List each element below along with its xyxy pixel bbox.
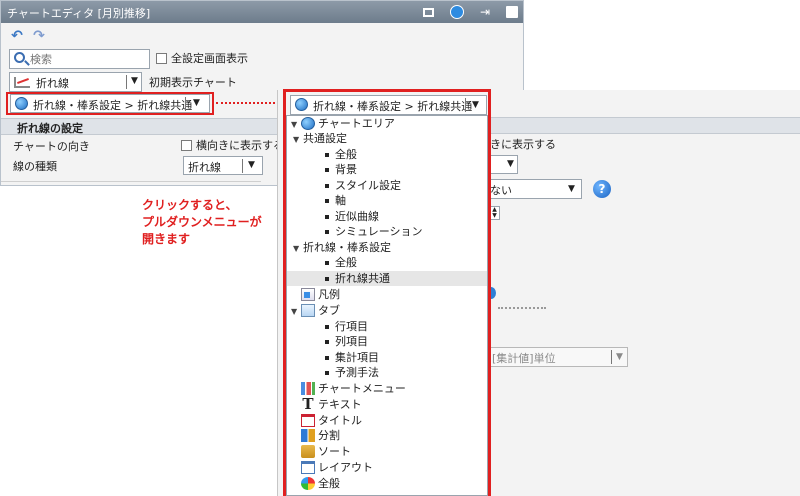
select-separator xyxy=(185,97,186,111)
search-icon xyxy=(14,52,25,63)
info-icon[interactable] xyxy=(449,4,465,20)
initial-chart-label: 初期表示チャート xyxy=(149,76,237,89)
horizontal-label: きに表示する xyxy=(490,138,556,151)
line-type-value: 折れ線 xyxy=(188,161,221,174)
select-separator xyxy=(126,75,127,89)
line-type-select[interactable]: 折れ線 ▼ xyxy=(183,156,263,175)
select-separator xyxy=(242,159,243,173)
horizontal-checkbox[interactable] xyxy=(181,140,192,151)
orientation-label: チャートの向き xyxy=(13,140,90,153)
redo-icon[interactable]: ↷ xyxy=(31,28,47,44)
chart-type-value: 折れ線 xyxy=(36,77,69,90)
section-title: 折れ線の設定 xyxy=(17,122,83,135)
section-header xyxy=(490,117,800,134)
horizontal-label: 横向きに表示する xyxy=(196,139,284,152)
annotation-text: クリックすると、 プルダウンメニューが 開きます xyxy=(142,197,292,248)
chart-type-select[interactable]: 折れ線 ▼ xyxy=(9,72,142,92)
line-type-label: 線の種類 xyxy=(13,160,57,173)
connector-line xyxy=(216,102,283,104)
category-select-value: 折れ線・棒系設定 > 折れ線共通 xyxy=(33,99,193,112)
chevron-down-icon: ▼ xyxy=(507,159,514,169)
search-box[interactable] xyxy=(9,49,150,69)
chevron-down-icon: ▼ xyxy=(568,184,575,194)
annotation-line: プルダウンメニューが xyxy=(142,215,262,229)
window-icon[interactable] xyxy=(421,4,437,20)
window-title: チャートエディタ [月別推移] xyxy=(7,7,151,20)
chevron-down-icon: ▼ xyxy=(193,98,200,108)
spinner[interactable]: ▲ ▼ xyxy=(490,206,500,220)
option-select-value: ない xyxy=(490,184,512,197)
chevron-down-icon: ▼ xyxy=(131,76,138,86)
pin-icon[interactable]: ⇥ xyxy=(477,4,493,20)
exit-icon[interactable] xyxy=(504,4,520,20)
title-bar: チャートエディタ [月別推移] ⇥ xyxy=(1,1,523,23)
undo-icon[interactable]: ↶ xyxy=(9,28,25,44)
chevron-down-icon: ▼ xyxy=(616,352,623,362)
annotation-line: 開きます xyxy=(142,232,191,246)
slider-track[interactable] xyxy=(498,307,546,309)
category-select[interactable]: 折れ線・棒系設定 > 折れ線共通 ▼ xyxy=(10,94,210,113)
show-all-label: 全設定画面表示 xyxy=(171,52,248,65)
divider xyxy=(1,181,261,182)
highlight-box xyxy=(283,89,491,496)
search-input[interactable] xyxy=(30,51,148,67)
line-chart-icon xyxy=(14,77,30,88)
chevron-down-icon: ▼ xyxy=(248,160,255,170)
help-icon[interactable]: ? xyxy=(593,180,611,198)
select-separator xyxy=(611,350,612,364)
show-all-checkbox[interactable] xyxy=(156,53,167,64)
unit-select-value: [集計値]単位 xyxy=(492,352,556,365)
globe-icon xyxy=(15,97,28,110)
annotation-line: クリックすると、 xyxy=(142,198,238,212)
